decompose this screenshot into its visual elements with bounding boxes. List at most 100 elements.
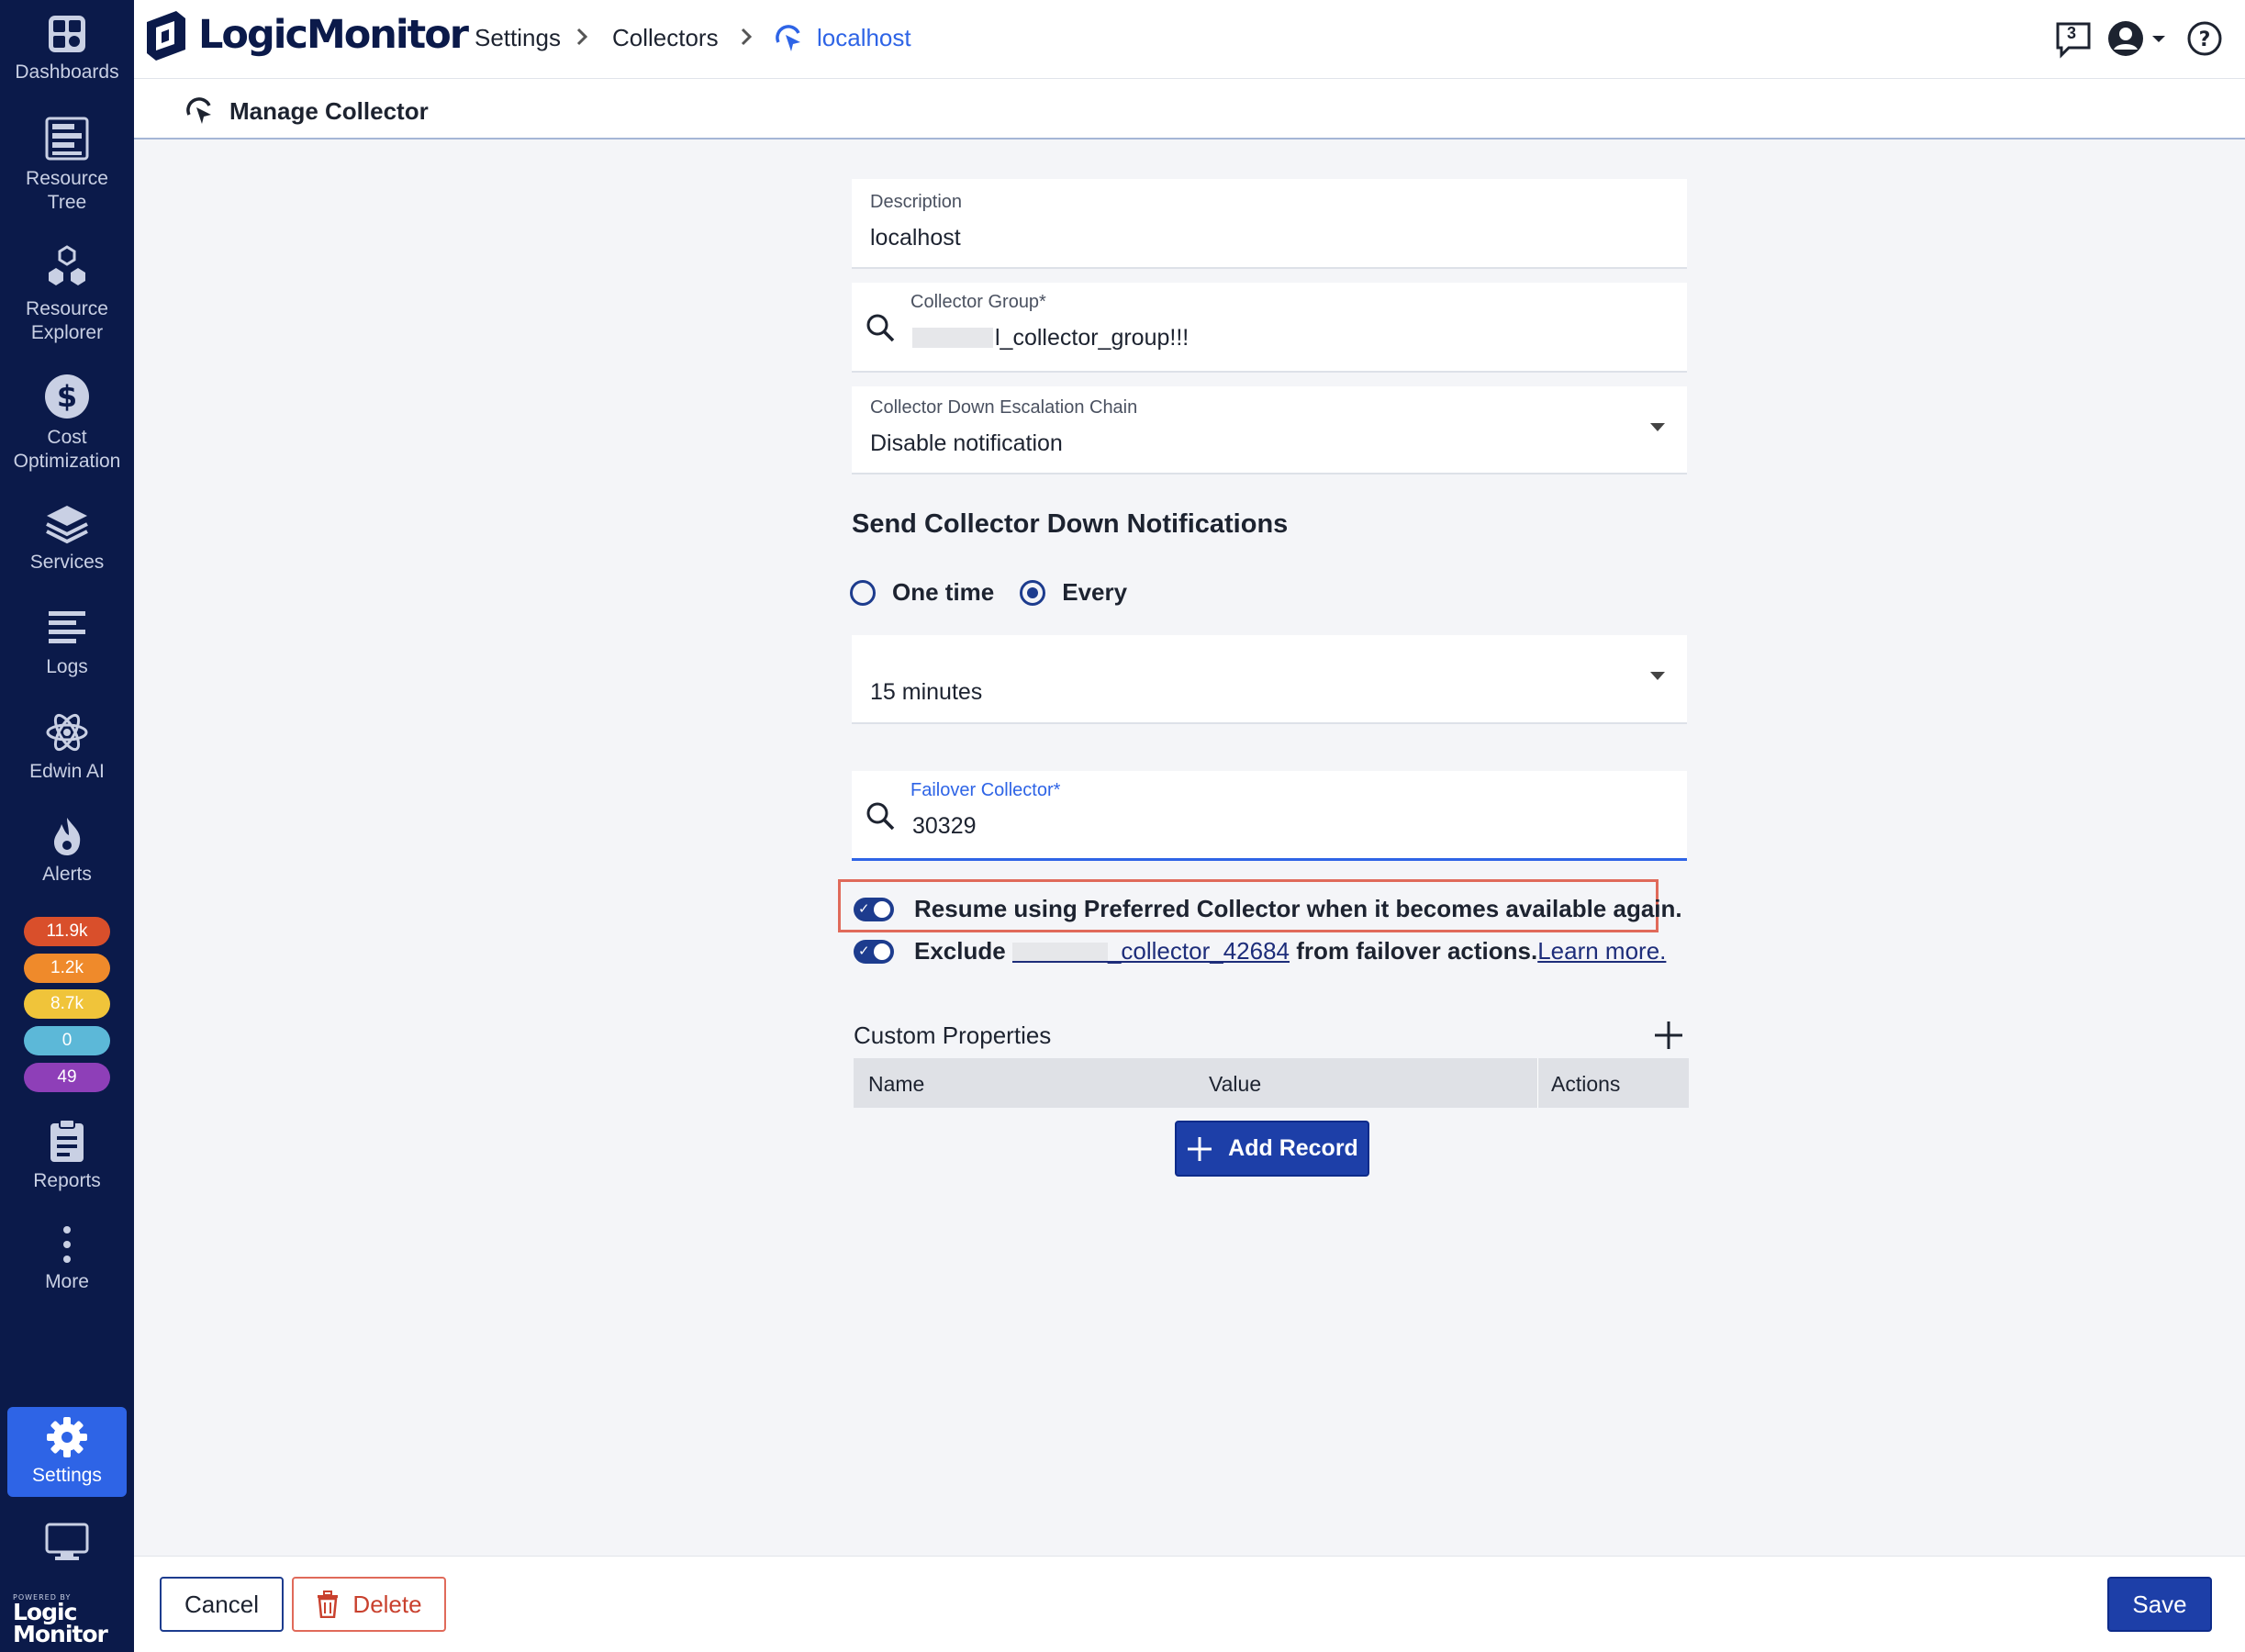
sidebar-item-label: Settings — [32, 1465, 102, 1486]
sidebar-item-label: Optimization — [13, 451, 121, 472]
sidebar-item-services[interactable]: Services — [0, 503, 134, 575]
dashboards-icon — [49, 16, 85, 52]
description-input[interactable]: localhost — [870, 225, 961, 251]
failover-collector-input[interactable]: 30329 — [912, 813, 977, 840]
alert-badge-critical[interactable]: 11.9k — [24, 917, 110, 946]
delete-button[interactable]: Delete — [292, 1577, 446, 1632]
sidebar-item-label: Dashboards — [15, 61, 119, 83]
interval-select[interactable]: 15 minutes — [852, 635, 1687, 724]
notification-frequency-radio-group: One time Every — [850, 578, 1153, 607]
learn-more-link[interactable]: Learn more. — [1537, 937, 1666, 966]
exclude-prefix: Exclude — [914, 937, 1006, 965]
alert-badge-other[interactable]: 49 — [24, 1063, 110, 1092]
sidebar-item-display[interactable] — [0, 1522, 134, 1568]
sidebar-item-more[interactable]: More — [0, 1224, 134, 1294]
collector-group-field[interactable]: Collector Group* l_collector_group!!! — [852, 283, 1687, 373]
radio-one-time[interactable] — [850, 579, 876, 606]
gear-icon — [47, 1417, 87, 1457]
save-label: Save — [2132, 1590, 2187, 1618]
notifications-section-title: Send Collector Down Notifications — [852, 509, 1289, 539]
description-field[interactable]: Description localhost — [852, 179, 1687, 269]
collector-icon — [776, 25, 800, 51]
sidebar-item-label: Alerts — [42, 864, 92, 885]
failover-collector-label: Failover Collector* — [910, 780, 1061, 800]
description-label: Description — [870, 192, 963, 212]
sidebar-item-alerts[interactable]: Alerts — [0, 815, 134, 887]
cancel-button[interactable]: Cancel — [160, 1577, 284, 1632]
column-value[interactable]: Value — [1209, 1072, 1261, 1097]
breadcrumb-settings[interactable]: Settings — [475, 24, 561, 52]
cancel-label: Cancel — [184, 1590, 259, 1618]
breadcrumb-collectors[interactable]: Collectors — [612, 24, 719, 52]
sidebar-item-resource-tree[interactable]: Resource Tree — [0, 116, 134, 215]
resume-preferred-toggle[interactable]: ✓ — [854, 897, 894, 921]
alert-badge-info[interactable]: 0 — [24, 1026, 110, 1055]
alert-badge-error[interactable]: 1.2k — [24, 954, 110, 983]
chevron-down-icon — [1650, 423, 1665, 431]
caret-down-icon — [2152, 36, 2165, 42]
collector-group-input[interactable]: l_collector_group!!! — [912, 325, 1189, 352]
add-record-button[interactable]: Add Record — [1175, 1121, 1369, 1177]
plus-icon — [1188, 1136, 1212, 1161]
sidebar-item-label: Resource — [26, 168, 108, 189]
add-record-label: Add Record — [1228, 1135, 1358, 1161]
sidebar-item-edwin-ai[interactable]: Edwin AI — [0, 710, 134, 784]
sidebar-item-label: Logs — [46, 656, 88, 677]
alert-badge-warning[interactable]: 8.7k — [24, 989, 110, 1019]
column-name[interactable]: Name — [868, 1072, 924, 1097]
sidebar-item-label: Edwin AI — [29, 761, 105, 782]
more-vertical-icon — [63, 1226, 71, 1263]
sidebar-item-label: Reports — [33, 1170, 101, 1191]
help-button[interactable]: ? — [2186, 20, 2223, 61]
resume-toggle-row: ✓ Resume using Preferred Collector when … — [854, 895, 1682, 923]
svg-text:$: $ — [57, 379, 77, 414]
interval-value: 15 minutes — [870, 679, 983, 705]
escalation-chain-select[interactable]: Collector Down Escalation Chain Disable … — [852, 386, 1687, 474]
check-icon: ✓ — [858, 943, 870, 959]
escalation-chain-value: Disable notification — [870, 430, 1063, 456]
svg-text:?: ? — [2199, 28, 2211, 51]
sidebar-item-label: Cost — [47, 427, 87, 448]
exclude-failover-toggle[interactable]: ✓ — [854, 939, 894, 964]
chevron-down-icon — [1650, 672, 1665, 680]
sidebar-item-label: Resource — [26, 298, 108, 319]
sidebar-item-logs[interactable]: Logs — [0, 608, 134, 679]
chevron-right-icon — [576, 28, 588, 46]
brand-logo[interactable]: LogicMonitor — [143, 7, 469, 62]
column-actions: Actions — [1551, 1072, 1621, 1096]
add-property-icon[interactable] — [1652, 1019, 1685, 1052]
redacted-text — [1011, 943, 1108, 963]
page-header: Manage Collector — [134, 79, 2245, 140]
resource-tree-icon — [45, 117, 89, 161]
top-bar: LogicMonitor Settings Collectors localho… — [134, 0, 2245, 79]
sidebar-item-resource-explorer[interactable]: Resource Explorer — [0, 244, 134, 345]
save-button[interactable]: Save — [2107, 1577, 2212, 1632]
radio-every-label[interactable]: Every — [1062, 578, 1127, 607]
search-icon — [866, 802, 895, 831]
radio-one-time-label[interactable]: One time — [892, 578, 994, 607]
sidebar-item-reports[interactable]: Reports — [0, 1118, 134, 1193]
chevron-right-icon — [741, 28, 753, 46]
exclude-toggle-row: ✓ Exclude _collector_42684 from failover… — [854, 937, 1666, 966]
user-menu-button[interactable] — [2107, 20, 2168, 57]
delete-label: Delete — [352, 1590, 422, 1618]
exclude-suffix: from failover actions. — [1296, 937, 1538, 965]
redacted-text — [912, 328, 993, 348]
excluded-collector-link[interactable]: _collector_42684 — [1011, 937, 1290, 966]
sidebar-item-cost-optimization[interactable]: $ Cost Optimization — [0, 373, 134, 474]
resource-explorer-icon — [49, 245, 85, 285]
notifications-button[interactable]: 3 — [2054, 20, 2093, 63]
page-title: Manage Collector — [229, 97, 429, 125]
sidebar-item-dashboards[interactable]: Dashboards — [0, 13, 134, 84]
dollar-icon: $ — [45, 374, 89, 419]
radio-every[interactable] — [1020, 579, 1046, 606]
failover-collector-field[interactable]: Failover Collector* 30329 — [852, 771, 1687, 861]
escalation-chain-label: Collector Down Escalation Chain — [870, 397, 1138, 418]
logs-icon — [49, 611, 85, 643]
custom-properties-title: Custom Properties — [854, 1021, 1052, 1049]
logicmonitor-logo-icon — [147, 11, 185, 61]
sidebar-item-settings[interactable]: Settings — [7, 1407, 127, 1497]
brand-name: LogicMonitor — [198, 12, 469, 58]
atom-icon — [46, 713, 88, 752]
resume-preferred-label: Resume using Preferred Collector when it… — [914, 895, 1682, 922]
